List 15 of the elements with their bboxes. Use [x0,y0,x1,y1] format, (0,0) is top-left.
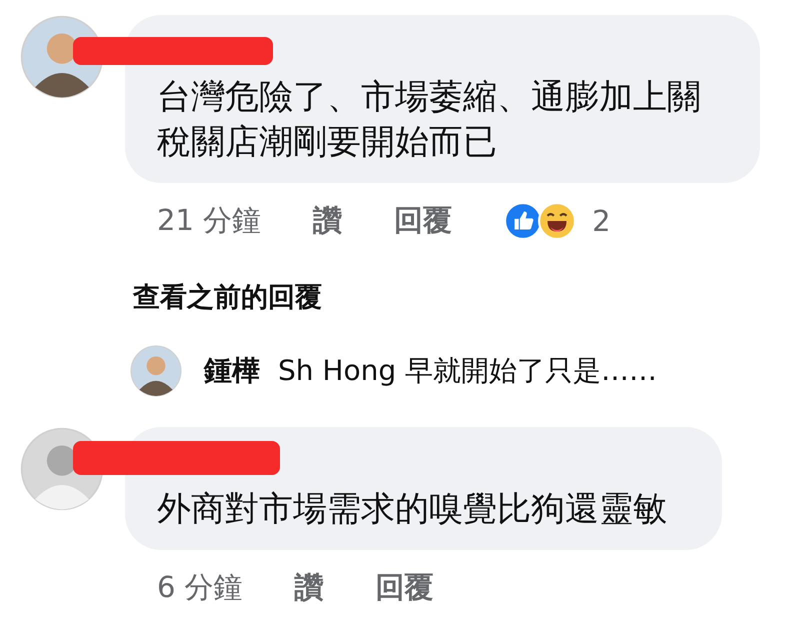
avatar-icon[interactable] [130,345,182,397]
reply-link[interactable]: 回覆 [394,201,452,241]
like-link[interactable]: 讚 [294,568,324,608]
comment-text: 外商對市場需求的嗅覺比狗還靈敏 [157,488,668,531]
reply-author[interactable]: 鍾樺 [204,352,260,390]
reaction-count: 2 [592,204,611,238]
comment-text: 台灣危險了、市場萎縮、通膨加上關 [157,76,702,119]
view-previous-replies-link[interactable]: 查看之前的回覆 [133,279,322,315]
comment-time: 21 分鐘 [157,202,262,239]
reply-link[interactable]: 回覆 [376,568,434,608]
like-link[interactable]: 讚 [313,201,342,241]
comment-text: 稅關店潮剛要開始而已 [157,121,498,164]
laughing-face-icon [538,202,576,240]
comment-time: 6 分鐘 [157,569,243,606]
reply-text: Sh Hong 早就開始了只是…… [278,353,658,389]
